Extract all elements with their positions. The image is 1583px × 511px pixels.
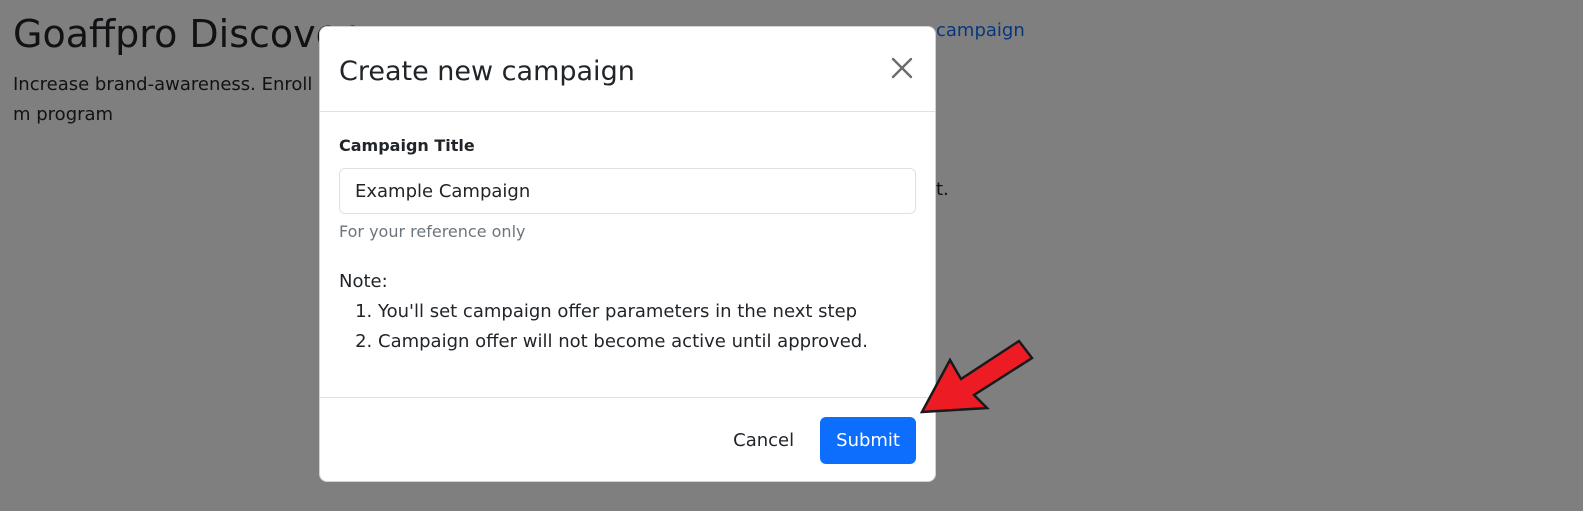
modal-title: Create new campaign — [339, 55, 635, 87]
note-label: Note: — [339, 271, 388, 292]
campaign-title-help: For your reference only — [339, 222, 526, 241]
modal-header: Create new campaign — [320, 27, 935, 112]
note-list: You'll set campaign offer parameters in … — [339, 297, 916, 357]
note-item: You'll set campaign offer parameters in … — [378, 297, 916, 327]
note-item: Campaign offer will not become active un… — [378, 327, 916, 357]
close-button[interactable] — [885, 52, 919, 86]
close-icon — [891, 57, 913, 82]
page: Goaffpro Discover Increase brand-awarene… — [0, 0, 1583, 511]
note-section: Note: You'll set campaign offer paramete… — [339, 267, 916, 357]
red-arrow-icon — [919, 339, 1034, 414]
create-campaign-modal: Create new campaign Campaign Title For y… — [319, 26, 936, 482]
campaign-title-label: Campaign Title — [339, 136, 475, 155]
submit-button[interactable]: Submit — [820, 417, 916, 464]
modal-body: Campaign Title For your reference only N… — [320, 112, 935, 397]
cancel-button[interactable]: Cancel — [733, 420, 794, 461]
modal-footer: Cancel Submit — [320, 397, 935, 481]
campaign-title-input[interactable] — [339, 168, 916, 214]
